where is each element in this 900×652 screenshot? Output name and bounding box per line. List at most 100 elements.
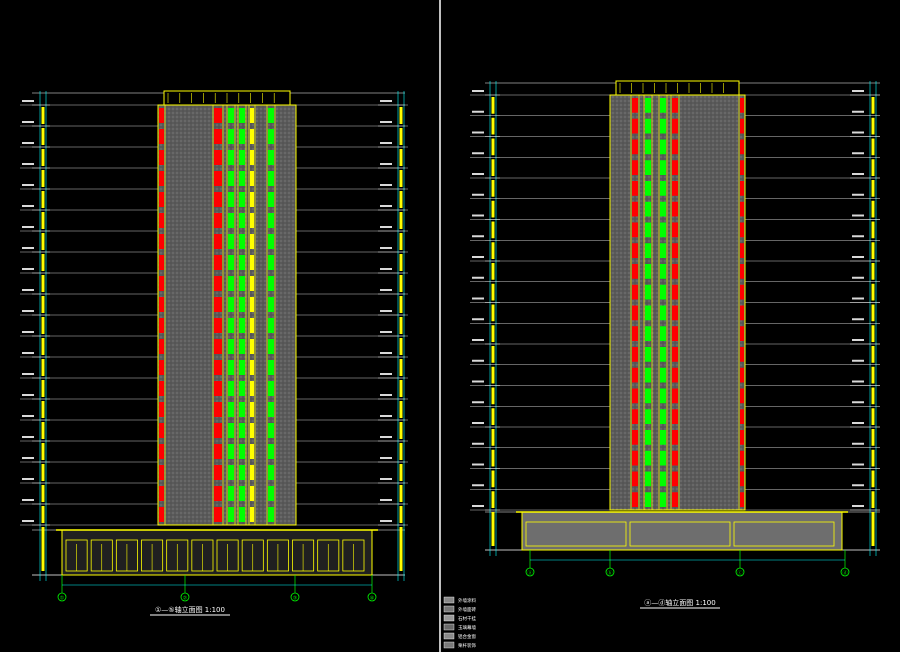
facade-window <box>645 388 651 404</box>
facade-window <box>250 507 254 522</box>
level-label-mark <box>380 205 392 207</box>
right-tower <box>609 80 746 511</box>
facade-window <box>740 409 744 424</box>
facade-window <box>250 402 254 417</box>
level-label-mark <box>852 131 864 134</box>
dimension-mark <box>399 107 403 124</box>
dimension-mark <box>399 149 403 166</box>
legend-swatch <box>443 632 455 640</box>
facade-window <box>250 129 254 144</box>
facade-window <box>239 150 245 165</box>
dimension-mark <box>491 470 495 488</box>
level-label-mark <box>380 373 392 375</box>
facade-window <box>239 108 245 123</box>
facade-window <box>214 402 222 417</box>
facade-window <box>250 465 254 480</box>
level-label-mark <box>22 310 34 312</box>
level-label-mark <box>380 499 392 501</box>
level-label-mark <box>852 380 864 383</box>
facade-window <box>268 360 274 375</box>
level-label-mark <box>22 268 34 270</box>
level-label-mark <box>852 339 864 341</box>
dimension-mark <box>491 221 495 239</box>
facade-window <box>645 222 651 238</box>
facade-window <box>159 192 164 207</box>
facade-window <box>672 492 678 507</box>
facade-window <box>660 471 666 487</box>
facade-window <box>672 284 678 300</box>
facade-window <box>672 181 678 196</box>
facade-window <box>672 160 678 175</box>
facade-window <box>228 108 234 123</box>
facade-window <box>228 192 234 207</box>
dimension-mark <box>491 366 495 384</box>
facade-window <box>228 423 234 438</box>
left-drawing-title: ①—⑤轴立面图 1:100 <box>155 605 225 614</box>
level-label-mark <box>852 90 864 92</box>
dimension-mark <box>41 275 45 292</box>
level-label-mark <box>852 173 864 175</box>
facade-window <box>740 201 744 217</box>
facade-window <box>268 234 274 249</box>
dimension-mark <box>491 138 495 156</box>
facade-window <box>740 118 744 134</box>
dimension-mark <box>41 443 45 460</box>
facade-window <box>632 284 638 300</box>
level-label-mark <box>22 205 34 207</box>
facade-window <box>159 213 164 228</box>
dimension-mark <box>399 275 403 292</box>
facade-window <box>159 318 164 333</box>
dimension-mark <box>491 516 495 546</box>
facade-window <box>645 284 651 300</box>
facade-window <box>740 139 744 155</box>
facade-window <box>632 409 638 424</box>
level-label-mark <box>472 152 484 155</box>
facade-window <box>740 243 744 258</box>
dimension-mark <box>871 366 875 384</box>
facade-window <box>268 444 274 459</box>
facade-window <box>239 255 245 270</box>
dimension-mark <box>399 317 403 334</box>
level-label-mark <box>22 520 34 522</box>
facade-window <box>632 471 638 487</box>
facade-window <box>672 139 678 155</box>
facade-window <box>239 318 245 333</box>
level-label-mark <box>22 478 34 480</box>
dimension-mark <box>399 191 403 208</box>
facade-window <box>740 160 744 175</box>
facade-window <box>645 181 651 196</box>
level-label-mark <box>472 193 484 196</box>
level-label-mark <box>852 484 864 487</box>
level-label-mark <box>852 442 864 445</box>
facade-window <box>660 492 666 507</box>
axis-label: ① <box>60 596 65 602</box>
level-label-mark <box>472 318 484 321</box>
facade-window <box>239 465 245 480</box>
dimension-mark <box>41 401 45 418</box>
facade-window <box>740 450 744 466</box>
dimension-mark <box>41 254 45 271</box>
facade-window <box>632 98 638 113</box>
facade-window <box>660 388 666 404</box>
level-label-mark <box>472 505 484 507</box>
left-tower <box>157 90 297 526</box>
facade-window <box>214 423 222 438</box>
dimension-mark <box>399 527 403 532</box>
facade-window <box>228 129 234 144</box>
left-podium <box>56 529 378 576</box>
facade-window <box>660 139 666 155</box>
level-label-mark <box>380 121 392 123</box>
facade-window <box>632 388 638 404</box>
facade-window <box>672 326 678 341</box>
facade-window <box>239 276 245 291</box>
facade-window <box>250 192 254 207</box>
facade-window <box>159 507 164 522</box>
facade-window <box>660 305 666 321</box>
facade-window <box>228 213 234 228</box>
level-label-mark <box>380 478 392 480</box>
facade-window <box>672 201 678 217</box>
facade-window <box>228 381 234 396</box>
legend-swatch <box>443 614 455 622</box>
dimension-mark <box>491 159 495 176</box>
facade-window <box>228 465 234 480</box>
